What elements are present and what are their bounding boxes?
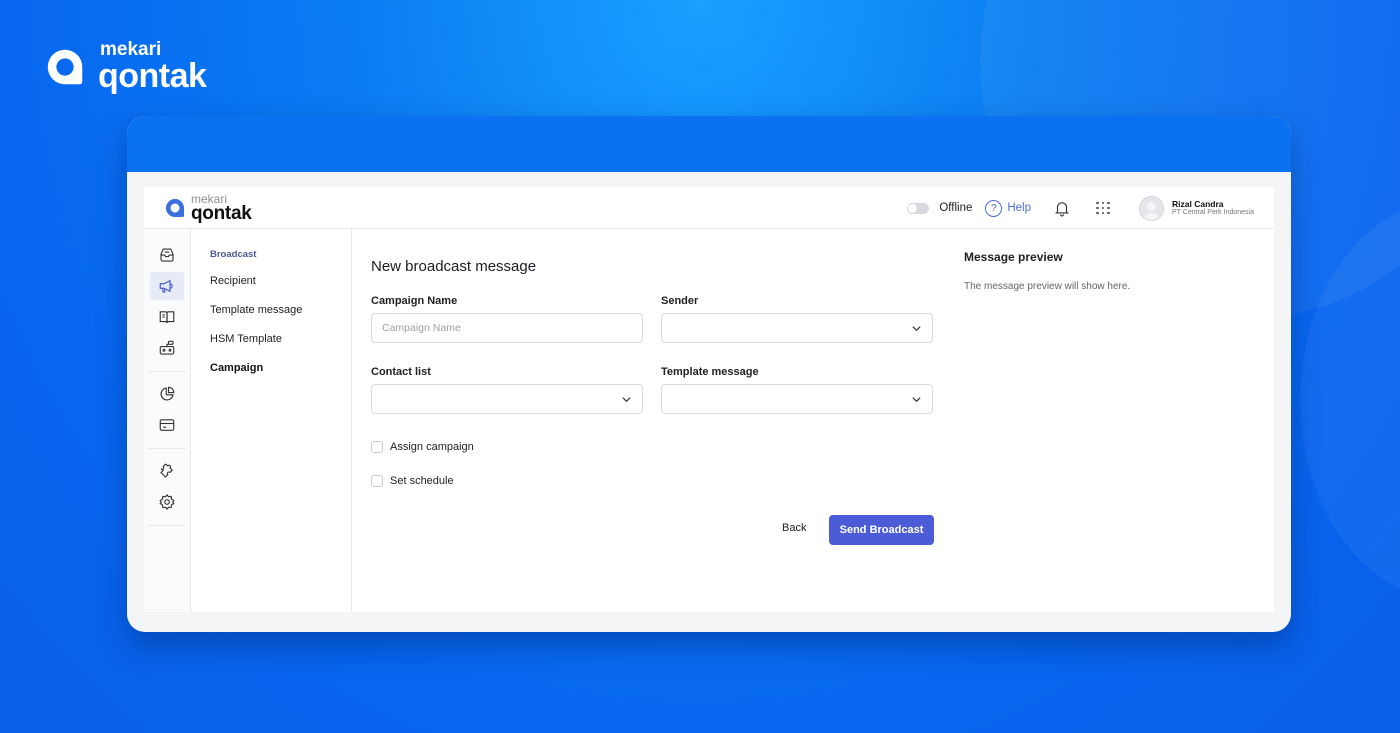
sidebar-item-billing[interactable] [150, 411, 184, 439]
template-message-select[interactable] [661, 384, 933, 414]
campaign-name-label: Campaign Name [371, 295, 458, 307]
sidebar-item-settings[interactable] [150, 488, 184, 516]
brand-big-text: qontak [98, 57, 207, 95]
template-message-field: Template message [661, 366, 933, 414]
help-icon: ? [985, 199, 1003, 217]
preview-heading: Message preview [964, 250, 1063, 264]
campaign-name-input[interactable]: Campaign Name [371, 313, 643, 343]
subnav-item-hsm-template[interactable]: HSM Template [210, 333, 351, 345]
sidebar-item-broadcast[interactable] [150, 272, 184, 300]
back-button[interactable]: Back [782, 522, 806, 534]
sender-field: Sender [661, 295, 933, 343]
checkbox-box[interactable] [371, 441, 383, 453]
status-label: Offline [939, 202, 973, 214]
main-content: New broadcast message Campaign Name Camp… [352, 229, 1274, 612]
campaign-name-field: Campaign Name Campaign Name [371, 295, 643, 343]
pie-chart-icon [160, 386, 175, 401]
sidebar-divider [148, 371, 186, 372]
sidebar-divider [148, 448, 186, 449]
notification-bell-icon[interactable] [1053, 199, 1071, 217]
template-message-label: Template message [661, 366, 759, 378]
contact-list-label: Contact list [371, 366, 431, 378]
icon-sidebar [144, 229, 191, 612]
sidebar-divider [148, 525, 186, 526]
megaphone-icon [159, 279, 173, 293]
send-broadcast-button[interactable]: Send Broadcast [829, 515, 934, 545]
gear-icon [159, 493, 175, 511]
preview-text: The message preview will show here. [964, 281, 1131, 292]
window-header [127, 116, 1291, 172]
chevron-down-icon [912, 396, 921, 402]
avatar[interactable] [1139, 195, 1165, 221]
subnav-item-campaign[interactable]: Campaign [210, 362, 351, 374]
assign-campaign-label: Assign campaign [390, 441, 474, 453]
chevron-down-icon [622, 396, 631, 402]
contact-list-field: Contact list [371, 366, 643, 414]
sidebar-item-reports[interactable] [150, 380, 184, 408]
subnav-item-template-message[interactable]: Template message [210, 304, 351, 316]
user-name: Rizal Candra [1172, 198, 1224, 209]
subnav-item-recipient[interactable]: Recipient [210, 275, 351, 287]
sidebar-item-knowledge[interactable] [150, 303, 184, 331]
inbox-icon [160, 248, 174, 262]
contact-list-select[interactable] [371, 384, 643, 414]
sidebar-item-inbox[interactable] [150, 241, 184, 269]
subnav-heading: Broadcast [210, 249, 257, 260]
user-info[interactable]: Rizal Candra PT Central Perk Indonesia [1172, 199, 1254, 218]
chevron-down-icon [912, 325, 921, 331]
top-bar: mekari qontak Offline ? Help Rizal Candr… [144, 187, 1274, 229]
sidebar-item-integrations[interactable] [150, 457, 184, 485]
online-status-toggle[interactable] [907, 202, 930, 214]
set-schedule-checkbox[interactable]: Set schedule [371, 475, 454, 487]
message-preview: Message preview The message preview will… [964, 250, 1130, 292]
qontak-logo-icon [165, 198, 185, 217]
qontak-logo-icon [47, 49, 83, 84]
brand-logo: mekari qontak [42, 40, 207, 95]
puzzle-icon [160, 463, 174, 478]
app-logo-big: qontak [191, 202, 252, 224]
app-logo[interactable]: mekari qontak [163, 193, 252, 224]
help-label: Help [1007, 202, 1032, 214]
app-container: mekari qontak Offline ? Help Rizal Candr… [144, 187, 1274, 612]
bot-icon [159, 340, 175, 355]
sender-label: Sender [661, 295, 699, 307]
set-schedule-label: Set schedule [390, 475, 454, 487]
checkbox-box[interactable] [371, 475, 383, 487]
user-company: PT Central Perk Indonesia [1172, 208, 1254, 216]
sender-select[interactable] [661, 313, 933, 343]
broadcast-subnav: Broadcast Recipient Template message HSM… [191, 229, 352, 612]
credit-card-icon [159, 419, 175, 431]
page-title: New broadcast message [371, 258, 537, 275]
apps-grid-icon[interactable] [1095, 200, 1111, 216]
app-window: mekari qontak Offline ? Help Rizal Candr… [127, 116, 1291, 632]
help-button[interactable]: ? Help [985, 199, 1032, 217]
sidebar-item-bot[interactable] [150, 334, 184, 362]
assign-campaign-checkbox[interactable]: Assign campaign [371, 441, 474, 453]
book-icon [159, 311, 175, 324]
